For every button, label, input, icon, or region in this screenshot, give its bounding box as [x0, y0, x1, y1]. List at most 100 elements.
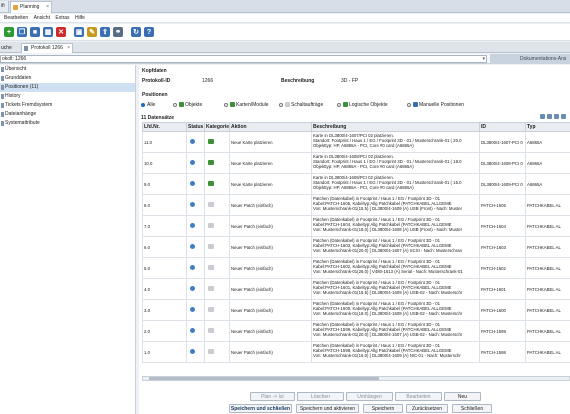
tab-protokoll[interactable]: Protokoll 1266 ×: [21, 43, 73, 53]
tab-suche-label: uche: [1, 45, 12, 51]
table-row[interactable]: 6.0 Neuer Patch (einfach) Patchen (Datenka…: [142, 236, 570, 258]
close-button[interactable]: Schließen: [452, 404, 492, 413]
patch-icon: [208, 223, 214, 228]
category-icon: [179, 102, 184, 107]
description-line: Von: Musterschrank-01(15.5) [ DL3800/4-1…: [313, 206, 463, 211]
copy-icon[interactable]: ❐: [17, 27, 27, 37]
save-and-activate-button[interactable]: Speichern und aktivieren: [296, 404, 359, 413]
table-row[interactable]: 5.0 Neuer Patch (einfach) Patchen (Datenka…: [142, 257, 570, 279]
patch-icon: [208, 202, 214, 207]
filter-option-2[interactable]: Karten/Module: [224, 101, 269, 109]
close-icon[interactable]: ×: [46, 2, 49, 13]
protokoll-selector[interactable]: okoll: 1266 ▾: [0, 55, 487, 63]
window-tab-ifi[interactable]: ifi: [0, 1, 9, 12]
toolbar: + ❐ ■ ▦ ✕ ▣ ✎ ⇪ ⚭ ↻?: [0, 24, 570, 41]
screen-icon[interactable]: ▣: [74, 27, 84, 37]
filter-option-5[interactable]: Manuelle Positionen: [407, 101, 464, 109]
cell-beschreibung: Patchen (Datenkabel) in Footprint / Haus…: [311, 257, 480, 279]
sidebar-item-0[interactable]: Übersicht: [0, 65, 135, 74]
horizontal-scrollbar[interactable]: [142, 376, 570, 381]
category-icon: [230, 102, 235, 107]
col-status[interactable]: Status: [186, 122, 205, 132]
radio-icon[interactable]: [141, 103, 145, 107]
sidebar-item-6[interactable]: Systemattribute: [0, 119, 135, 128]
table-row[interactable]: 9.0 Neue Karte platzieren Karte in DL3800/…: [142, 173, 570, 195]
sidebar-item-label: Systemattribute: [5, 120, 40, 126]
save-and-close-button[interactable]: Speichern und schließen: [229, 404, 292, 413]
table-row[interactable]: 3.0 Neuer Patch (einfach) Patchen (Datenka…: [142, 299, 570, 321]
save-button[interactable]: Speichern: [363, 404, 403, 413]
filter-option-0[interactable]: Alle: [141, 101, 155, 109]
cell-aktion: Neuer Patch (einfach): [229, 215, 312, 237]
link-icon[interactable]: ⚭: [113, 27, 123, 37]
table-row[interactable]: 4.0 Neuer Patch (einfach) Patchen (Datenka…: [142, 278, 570, 300]
sidebar-item-1[interactable]: Grunddaten: [0, 74, 135, 83]
refresh-icon[interactable]: ↻: [131, 27, 141, 37]
sidebar-item-2[interactable]: Positionen (11): [0, 83, 135, 92]
table-row[interactable]: 7.0 Neuer Patch (einfach) Patchen (Datenka…: [142, 215, 570, 237]
save-icon[interactable]: ■: [30, 27, 40, 37]
radio-icon[interactable]: [407, 103, 411, 107]
edit-icon[interactable]: ✎: [87, 27, 97, 37]
add-icon[interactable]: +: [4, 27, 14, 37]
close-icon[interactable]: ×: [67, 44, 70, 53]
table-row[interactable]: 2.0 Neuer Patch (einfach) Patchen (Datenka…: [142, 320, 570, 342]
radio-icon[interactable]: [173, 103, 177, 107]
documentation-view-label[interactable]: Dokumentations-Ans: [490, 54, 570, 64]
positionen-title: Positionen: [142, 92, 168, 98]
view-icon[interactable]: [540, 114, 545, 119]
sidebar-item-label: Übersicht: [5, 66, 27, 72]
table-row[interactable]: 8.0 Neuer Patch (einfach) Patchen (Datenka…: [142, 194, 570, 216]
col-lfdnr[interactable]: Lfd.Nr.: [142, 122, 187, 132]
cell-lfdnr: 10.0: [142, 152, 187, 174]
col-kategorie[interactable]: Kategorie: [204, 122, 230, 132]
window-tab-planning[interactable]: Planning ×: [10, 1, 52, 13]
col-beschreibung[interactable]: Beschreibung: [311, 122, 480, 132]
filter-icon[interactable]: [561, 114, 566, 119]
help-icon[interactable]: ?: [144, 27, 154, 37]
sidebar-item-icon: [1, 76, 4, 81]
table-row[interactable]: 11.0 Neue Karte platzieren Karte in DL3800…: [142, 131, 570, 153]
cell-lfdnr: 5.0: [142, 257, 187, 279]
menu-extras[interactable]: Extras: [55, 14, 69, 23]
radio-icon[interactable]: [224, 103, 228, 107]
reset-button[interactable]: Zurücksetzen: [406, 404, 448, 413]
filter-option-3[interactable]: Schaltaufträge: [279, 101, 323, 109]
export-icon[interactable]: ⇪: [100, 27, 110, 37]
delete-button[interactable]: Löschen: [297, 392, 344, 401]
export-icon[interactable]: [547, 114, 552, 119]
sidebar-item-5[interactable]: Dateianhänge: [0, 110, 135, 119]
beschreibung-label: Beschreibung: [281, 78, 315, 84]
col-typ[interactable]: Typ: [525, 122, 570, 132]
menu-bearbeiten[interactable]: Bearbeiten: [4, 14, 28, 23]
menu-hilfe[interactable]: Hilfe: [75, 14, 85, 23]
cell-aktion: Neuer Patch (einfach): [229, 257, 312, 279]
beschreibung-value: 3D - FP: [341, 78, 359, 84]
edit-button[interactable]: Bearbeiten: [395, 392, 442, 401]
document-icon: [24, 46, 28, 51]
filter-option-4[interactable]: Logische Objekte: [337, 101, 388, 109]
table-row[interactable]: 10.0 Neue Karte platzieren Karte in DL3800…: [142, 152, 570, 174]
scrollbar-thumb[interactable]: [149, 377, 379, 380]
col-aktion[interactable]: Aktion: [229, 122, 312, 132]
chevron-down-icon[interactable]: ▾: [482, 56, 485, 63]
sidebar-item-4[interactable]: Tickets Fremdsystem: [0, 101, 135, 110]
cell-typ: A6865A: [525, 152, 570, 174]
radio-icon[interactable]: [279, 103, 283, 107]
grid-icon[interactable]: ▦: [43, 27, 53, 37]
cell-beschreibung: Patchen (Datenkabel) in Footprint / Haus…: [311, 278, 480, 300]
print-icon[interactable]: [554, 114, 559, 119]
filter-option-1[interactable]: Objekte: [173, 101, 202, 109]
tab-suche[interactable]: uche: [0, 43, 14, 53]
umhaengen-button[interactable]: Umhängen: [346, 392, 393, 401]
table-row[interactable]: 1.0 Neuer Patch (einfach) Patchen (Datenka…: [142, 341, 570, 363]
sidebar-item-3[interactable]: History: [0, 92, 135, 101]
plan-to-ist-button[interactable]: Plan -> Ist: [250, 392, 295, 401]
cell-id: PATCH-1599: [479, 320, 526, 342]
new-button[interactable]: Neu: [444, 392, 481, 401]
radio-icon[interactable]: [337, 103, 341, 107]
protokoll-id-value: 1266: [202, 78, 214, 84]
col-id[interactable]: ID: [479, 122, 526, 132]
delete-icon[interactable]: ✕: [56, 27, 66, 37]
menu-ansicht[interactable]: Ansicht: [34, 14, 50, 23]
